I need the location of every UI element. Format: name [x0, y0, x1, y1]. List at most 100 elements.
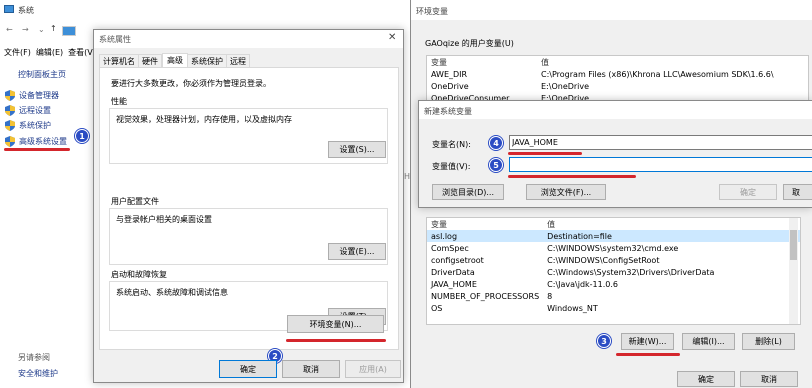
perf-settings-button[interactable]: 设置(S)... [328, 141, 386, 158]
menu-file[interactable]: 文件(F) [4, 47, 31, 59]
browse-file-button[interactable]: 浏览文件(F)... [526, 184, 606, 200]
step-badge-1: 1 [75, 129, 89, 143]
user-vars-table: 变量 值 AWE_DIR C:\Program Files (x86)\Khro… [427, 56, 808, 104]
tab-hardware[interactable]: 硬件 [139, 54, 162, 67]
dialog-title: 系统属性 [99, 35, 131, 44]
column-header-val[interactable]: 值 [537, 56, 808, 68]
cancel-button[interactable]: 取消 [282, 360, 340, 378]
var-value: C:\WINDOWS\system32\cmd.exe [547, 243, 679, 253]
var-value: 8 [547, 291, 553, 301]
performance-group: 视觉效果，处理器计划，内存使用，以及虚拟内存 设置(S)... [109, 108, 388, 164]
var-name: asl.log [427, 230, 544, 242]
table-row[interactable]: JAVA_HOME C:\Java\jdk-11.0.6 [427, 278, 800, 290]
table-row[interactable]: ComSpec C:\WINDOWS\system32\cmd.exe [427, 242, 800, 254]
shield-icon [5, 105, 15, 116]
menu-view[interactable]: 查看(V [68, 47, 93, 59]
tab-strip: 计算机名 硬件 高级 系统保护 远程 [99, 53, 399, 68]
table-row[interactable]: configsetroot C:\WINDOWS\ConfigSetRoot [427, 254, 800, 266]
new-var-titlebar: 新建系统变量 [419, 101, 812, 119]
admin-note: 要进行大多数更改，你必须作为管理员登录。 [111, 79, 271, 88]
nav-bar: ← → ⌄ ↑ [0, 24, 100, 38]
computer-icon [4, 5, 14, 13]
var-name: configsetroot [431, 255, 484, 265]
table-header: 变量 值 [427, 218, 800, 230]
profile-group-title: 用户配置文件 [111, 197, 159, 206]
back-arrow-icon[interactable]: ← [6, 25, 13, 34]
up-arrow-icon[interactable]: ↑ [50, 24, 57, 33]
sidebar-item-remote[interactable]: 远程设置 [5, 105, 51, 117]
var-name: JAVA_HOME [431, 279, 477, 289]
tab-computer-name[interactable]: 计算机名 [99, 54, 139, 67]
system-vars-scrollbar[interactable] [789, 218, 798, 324]
system-properties-dialog: 系统属性 ✕ 计算机名 硬件 高级 系统保护 远程 要进行大多数更改，你必须作为… [93, 29, 404, 383]
startup-group-title: 启动和故障恢复 [111, 270, 167, 279]
explorer-title: 系统 [18, 6, 34, 15]
var-value: C:\Java\jdk-11.0.6 [547, 279, 618, 289]
delete-system-var-button[interactable]: 删除(L) [742, 333, 795, 350]
var-name: AWE_DIR [431, 69, 468, 79]
perf-group-title: 性能 [111, 97, 127, 106]
table-row[interactable]: OneDrive E:\OneDrive [427, 80, 808, 92]
new-var-ok-button: 确定 [719, 184, 777, 200]
var-value: Windows_NT [547, 303, 598, 313]
env-cancel-button[interactable]: 取消 [740, 371, 798, 387]
tab-system-protection[interactable]: 系统保护 [188, 54, 227, 67]
env-ok-button[interactable]: 确定 [677, 371, 735, 387]
sidebar-item-device-manager[interactable]: 设备管理器 [5, 90, 59, 102]
shield-icon [5, 90, 15, 101]
user-vars-label: GAOqize 的用户变量(U) [425, 39, 514, 48]
table-row[interactable]: AWE_DIR C:\Program Files (x86)\Khrona LL… [427, 68, 808, 80]
scrollbar-thumb[interactable] [790, 230, 797, 260]
table-row[interactable]: OS Windows_NT [427, 302, 800, 314]
table-row[interactable]: asl.log Destination=file [427, 230, 800, 242]
close-icon[interactable]: ✕ [388, 32, 396, 43]
profile-settings-button[interactable]: 设置(E)... [328, 243, 386, 260]
sidebar-item-label: 系统保护 [19, 121, 51, 130]
step-badge-4: 4 [489, 136, 503, 150]
sidebar-item-protection[interactable]: 系统保护 [5, 120, 51, 132]
var-value: C:\Windows\System32\Drivers\DriverData [547, 267, 715, 277]
user-vars-list: 变量 值 AWE_DIR C:\Program Files (x86)\Khro… [426, 55, 809, 105]
underline-new-button [616, 353, 680, 356]
system-vars-list: 变量 值 asl.log Destination=file ComSpec C:… [426, 217, 801, 325]
var-value: Destination=file [543, 230, 800, 242]
step-badge-3: 3 [597, 334, 611, 348]
new-system-var-button[interactable]: 新建(W)... [621, 333, 674, 350]
security-link[interactable]: 安全和维护 [18, 368, 58, 379]
var-value: C:\WINDOWS\ConfigSetRoot [547, 255, 660, 265]
new-var-title: 新建系统变量 [424, 107, 472, 116]
explorer-titlebar: 系统 [0, 0, 100, 20]
env-variables-button[interactable]: 环境变量(N)... [287, 315, 384, 333]
column-header-var[interactable]: 变量 [427, 56, 537, 68]
shield-icon [5, 136, 15, 147]
dialog-titlebar: 系统属性 ✕ [94, 30, 403, 48]
underline-var-value [508, 175, 636, 178]
column-header-var[interactable]: 变量 [427, 218, 543, 230]
var-name: NUMBER_OF_PROCESSORS [431, 291, 540, 301]
underline-advanced [4, 148, 70, 151]
menu-edit[interactable]: 编辑(E) [36, 47, 63, 59]
table-row[interactable]: NUMBER_OF_PROCESSORS 8 [427, 290, 800, 302]
var-value-input[interactable] [509, 157, 812, 172]
sidebar-home-link[interactable]: 控制面板主页 [18, 69, 66, 80]
tab-remote[interactable]: 远程 [227, 54, 250, 67]
ok-button[interactable]: 确定 [219, 360, 277, 378]
var-value-label: 变量值(V): [432, 162, 471, 171]
sidebar-item-advanced[interactable]: 高级系统设置 [5, 136, 67, 148]
underline-env-button [286, 339, 386, 342]
browse-directory-button[interactable]: 浏览目录(D)... [432, 184, 504, 200]
var-name-label: 变量名(N): [432, 140, 471, 149]
new-var-cancel-button[interactable]: 取 [783, 184, 812, 200]
table-row[interactable]: DriverData C:\Windows\System32\Drivers\D… [427, 266, 800, 278]
var-value: E:\OneDrive [541, 81, 590, 91]
forward-arrow-icon[interactable]: → [22, 25, 29, 34]
edit-system-var-button[interactable]: 编辑(I)... [682, 333, 735, 350]
tab-advanced[interactable]: 高级 [162, 53, 188, 68]
env-titlebar: 环境变量 [411, 0, 812, 20]
var-name-input[interactable] [509, 135, 812, 150]
chevron-down-icon[interactable]: ⌄ [38, 25, 45, 34]
var-name: ComSpec [431, 243, 469, 253]
var-name: OneDrive [431, 81, 469, 91]
column-header-val[interactable]: 值 [543, 218, 800, 230]
var-value: C:\Program Files (x86)\Khrona LLC\Awesom… [541, 69, 774, 79]
